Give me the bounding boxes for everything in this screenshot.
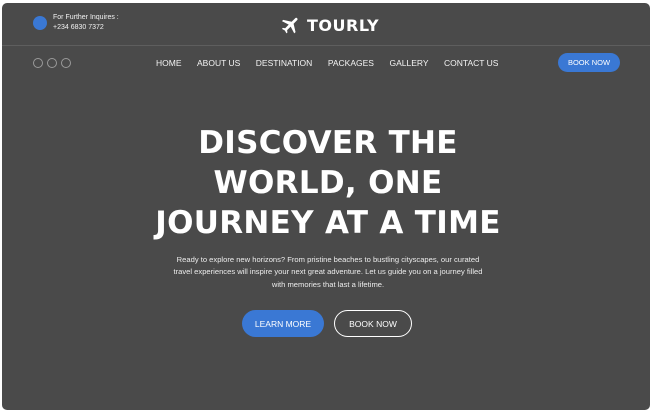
hero-section: For Further Inquires : +234 6830 7372 TO…	[2, 3, 650, 410]
social-icon[interactable]	[61, 58, 71, 68]
learn-more-button[interactable]: LEARN MORE	[242, 310, 324, 337]
inquiry-info: For Further Inquires : +234 6830 7372	[33, 13, 119, 33]
brand-name: TOURLY	[307, 15, 380, 35]
nav-about-us[interactable]: ABOUT US	[197, 57, 240, 69]
social-icon[interactable]	[47, 58, 57, 68]
hero-title-line: DISCOVER THE	[198, 125, 458, 161]
inquiry-label: For Further Inquires :	[53, 14, 119, 21]
airplane-icon	[281, 17, 298, 34]
hero-title-line: JOURNEY AT A TIME	[155, 205, 501, 241]
inquiry-text: For Further Inquires : +234 6830 7372	[53, 13, 119, 33]
top-bar: For Further Inquires : +234 6830 7372 TO…	[2, 3, 650, 46]
header-divider	[2, 45, 650, 46]
inquiry-phone[interactable]: +234 6830 7372	[53, 23, 119, 33]
nav-packages[interactable]: PACKAGES	[328, 57, 374, 69]
hero-subtitle-line: Ready to explore new horizons? From pris…	[176, 255, 480, 264]
nav-destination[interactable]: DESTINATION	[256, 57, 313, 69]
social-links	[33, 58, 75, 68]
hero-subtitle-line: with memories that last a lifetime.	[271, 279, 385, 289]
hero-title: DISCOVER THE WORLD, ONE JOURNEY AT A TIM…	[126, 123, 530, 243]
hero-subtitle: Ready to explore new horizons? From pris…	[148, 254, 508, 291]
book-now-nav-button[interactable]: BOOK NOW	[558, 53, 620, 72]
nav-home[interactable]: HOME	[156, 57, 182, 69]
hero-title-line: WORLD, ONE	[213, 165, 443, 201]
hero-subtitle-line: travel experiences will inspire your nex…	[173, 267, 483, 277]
brand-logo[interactable]: TOURLY	[280, 14, 379, 36]
nav-gallery[interactable]: GALLERY	[389, 57, 428, 69]
social-icon[interactable]	[33, 58, 43, 68]
nav-contact-us[interactable]: CONTACT US	[444, 57, 498, 69]
phone-icon	[33, 16, 47, 30]
main-nav: HOME ABOUT US DESTINATION PACKAGES GALLE…	[156, 57, 514, 69]
book-now-button[interactable]: BOOK NOW	[334, 310, 412, 337]
